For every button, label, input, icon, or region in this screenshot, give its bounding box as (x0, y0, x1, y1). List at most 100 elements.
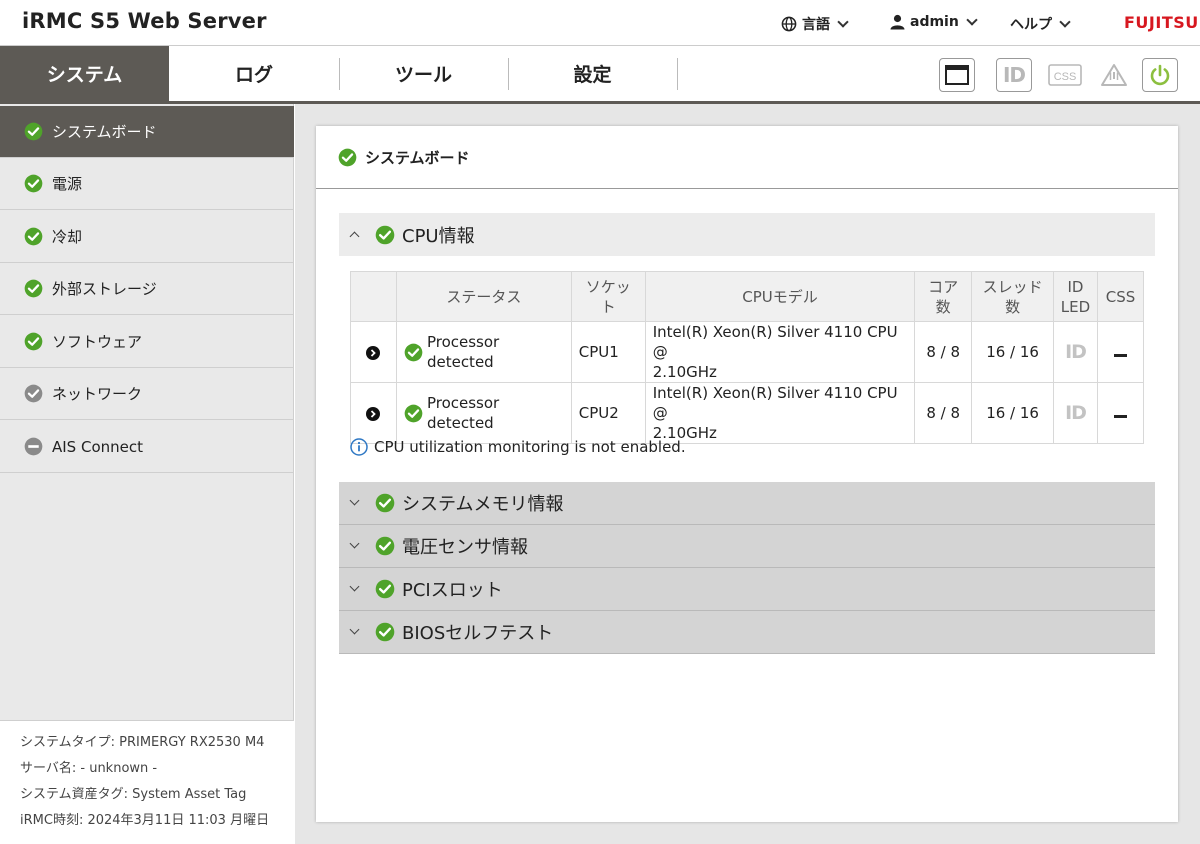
tab-log[interactable]: ログ (169, 46, 339, 101)
sidebar-item-network[interactable]: ネットワーク (0, 368, 294, 420)
main-tab-bar: システム ログ ツール 設定 ID CSS (0, 46, 1200, 104)
id-led-icon[interactable]: ID (1065, 402, 1087, 424)
section-bios-selftest[interactable]: BIOSセルフテスト (339, 611, 1155, 654)
socket-cell: CPU2 (570, 382, 646, 444)
user-menu[interactable]: admin (890, 14, 978, 30)
status-ok-icon (24, 227, 43, 246)
column-header-id-led[interactable]: ID LED (1053, 271, 1098, 322)
column-header-css[interactable]: CSS (1096, 271, 1145, 322)
status-ok-icon (24, 174, 43, 193)
sidebar-item-system-board[interactable]: システムボード (0, 106, 294, 158)
tab-tools[interactable]: ツール (339, 46, 508, 101)
sidebar-item-power[interactable]: 電源 (0, 158, 294, 210)
page-title-text: システムボード (365, 148, 470, 167)
chevron-down-icon (349, 538, 360, 549)
chevron-down-icon (1059, 16, 1071, 28)
tab-divider (677, 58, 678, 90)
model-text: Intel(R) Xeon(R) Silver 4110 CPU @ (652, 323, 898, 361)
sidebar-item-software[interactable]: ソフトウェア (0, 316, 294, 368)
css-cell (1096, 321, 1145, 383)
id-led-button[interactable]: ID (996, 58, 1032, 92)
system-info: システムタイプ: PRIMERGY RX2530 M4 サーバ名: - unkn… (0, 720, 294, 844)
section-pci-slots[interactable]: PCIスロット (339, 568, 1155, 611)
tab-system[interactable]: システム (0, 46, 169, 101)
svg-text:CSS: CSS (1054, 71, 1077, 83)
warning-button[interactable] (1096, 58, 1132, 92)
sidebar-item-label: 冷却 (52, 228, 83, 246)
chevron-right-icon[interactable] (366, 407, 381, 421)
app-title: iRMC S5 Web Server (22, 9, 267, 33)
sidebar-item-label: システムボード (52, 123, 157, 141)
power-icon (1148, 63, 1172, 87)
status-text: Processor detected (426, 394, 500, 432)
sidebar-item-ais-connect[interactable]: AIS Connect (0, 421, 294, 473)
css-button[interactable]: CSS (1047, 58, 1083, 92)
server-name: サーバ名: - unknown - (20, 761, 158, 776)
css-cell (1096, 382, 1145, 444)
chevron-right-icon[interactable] (366, 346, 381, 360)
section-label: BIOSセルフテスト (402, 623, 554, 644)
chevron-down-icon (966, 14, 978, 26)
help-label: ヘルプ (1010, 17, 1052, 33)
note-text: CPU utilization monitoring is not enable… (374, 438, 686, 456)
column-header-cores[interactable]: コア数 (914, 271, 973, 322)
status-ok-icon (375, 225, 395, 245)
section-system-memory[interactable]: システムメモリ情報 (339, 482, 1155, 525)
header-text: LED (1060, 297, 1091, 316)
user-icon (890, 14, 905, 30)
window-button[interactable] (939, 58, 975, 92)
table-header-row: ステータス ソケット CPUモデル コア数 スレッド数 ID LED CSS (350, 271, 1145, 322)
top-bar: iRMC S5 Web Server 言語 admin ヘルプ FUJITSU (0, 0, 1200, 46)
status-ok-icon (24, 279, 43, 298)
sidebar-item-label: ネットワーク (52, 385, 143, 403)
asset-tag: システム資産タグ: System Asset Tag (20, 787, 247, 802)
column-header-model[interactable]: CPUモデル (644, 271, 916, 322)
help-menu[interactable]: ヘルプ (1010, 14, 1071, 34)
status-ok-icon (404, 343, 423, 362)
cores-cell: 8 / 8 (914, 382, 973, 444)
status-ok-icon (375, 622, 395, 642)
table-row: Processor detected CPU2 Intel(R) Xeon(R)… (350, 382, 1145, 444)
power-button[interactable] (1142, 58, 1178, 92)
language-menu[interactable]: 言語 (781, 14, 849, 34)
id-icon: ID (1002, 63, 1026, 87)
language-label: 言語 (802, 17, 830, 33)
section-label: CPU情報 (402, 225, 475, 247)
section-cpu-info[interactable]: CPU情報 (339, 213, 1155, 256)
status-cell: Processor detected (395, 382, 572, 444)
cpu-monitoring-note: CPU utilization monitoring is not enable… (350, 438, 686, 456)
status-unknown-icon (24, 384, 43, 403)
status-ok-icon (24, 332, 43, 351)
threads-cell: 16 / 16 (971, 321, 1055, 383)
dash-icon (1113, 415, 1127, 418)
fujitsu-logo: FUJITSU (1124, 13, 1199, 32)
section-voltage-sensors[interactable]: 電圧センサ情報 (339, 525, 1155, 568)
id-led-cell: ID (1053, 382, 1098, 444)
id-led-cell: ID (1053, 321, 1098, 383)
user-label: admin (910, 14, 959, 30)
sidebar-item-label: AIS Connect (52, 437, 143, 456)
model-cell: Intel(R) Xeon(R) Silver 4110 CPU @ 2.10GH… (644, 321, 916, 383)
header-text: 数 (1005, 297, 1021, 316)
status-ok-icon (375, 493, 395, 513)
status-disabled-icon (24, 437, 43, 456)
sidebar-item-external-storage[interactable]: 外部ストレージ (0, 263, 294, 315)
sidebar-item-cooling[interactable]: 冷却 (0, 211, 294, 263)
column-header-socket[interactable]: ソケット (570, 271, 646, 322)
sidebar-item-label: 外部ストレージ (52, 280, 157, 298)
tab-settings[interactable]: 設定 (508, 46, 677, 101)
system-type: システムタイプ: PRIMERGY RX2530 M4 (20, 735, 265, 750)
sidebar: システムボード 電源 冷却 外部ストレージ ソフトウェア ネットワーク AIS … (0, 104, 294, 844)
chevron-down-icon (349, 624, 360, 635)
chevron-down-icon (837, 16, 849, 28)
sidebar-item-label: 電源 (52, 175, 83, 193)
header-text: スレッド (982, 277, 1043, 296)
column-header-threads[interactable]: スレッド数 (971, 271, 1055, 322)
status-ok-icon (375, 579, 395, 599)
id-led-icon[interactable]: ID (1065, 341, 1087, 363)
header-text: ID (1067, 277, 1084, 296)
cores-cell: 8 / 8 (914, 321, 973, 383)
chevron-down-icon (349, 495, 360, 506)
column-header-status[interactable]: ステータス (395, 271, 572, 322)
table-row: Processor detected CPU1 Intel(R) Xeon(R)… (350, 321, 1145, 383)
